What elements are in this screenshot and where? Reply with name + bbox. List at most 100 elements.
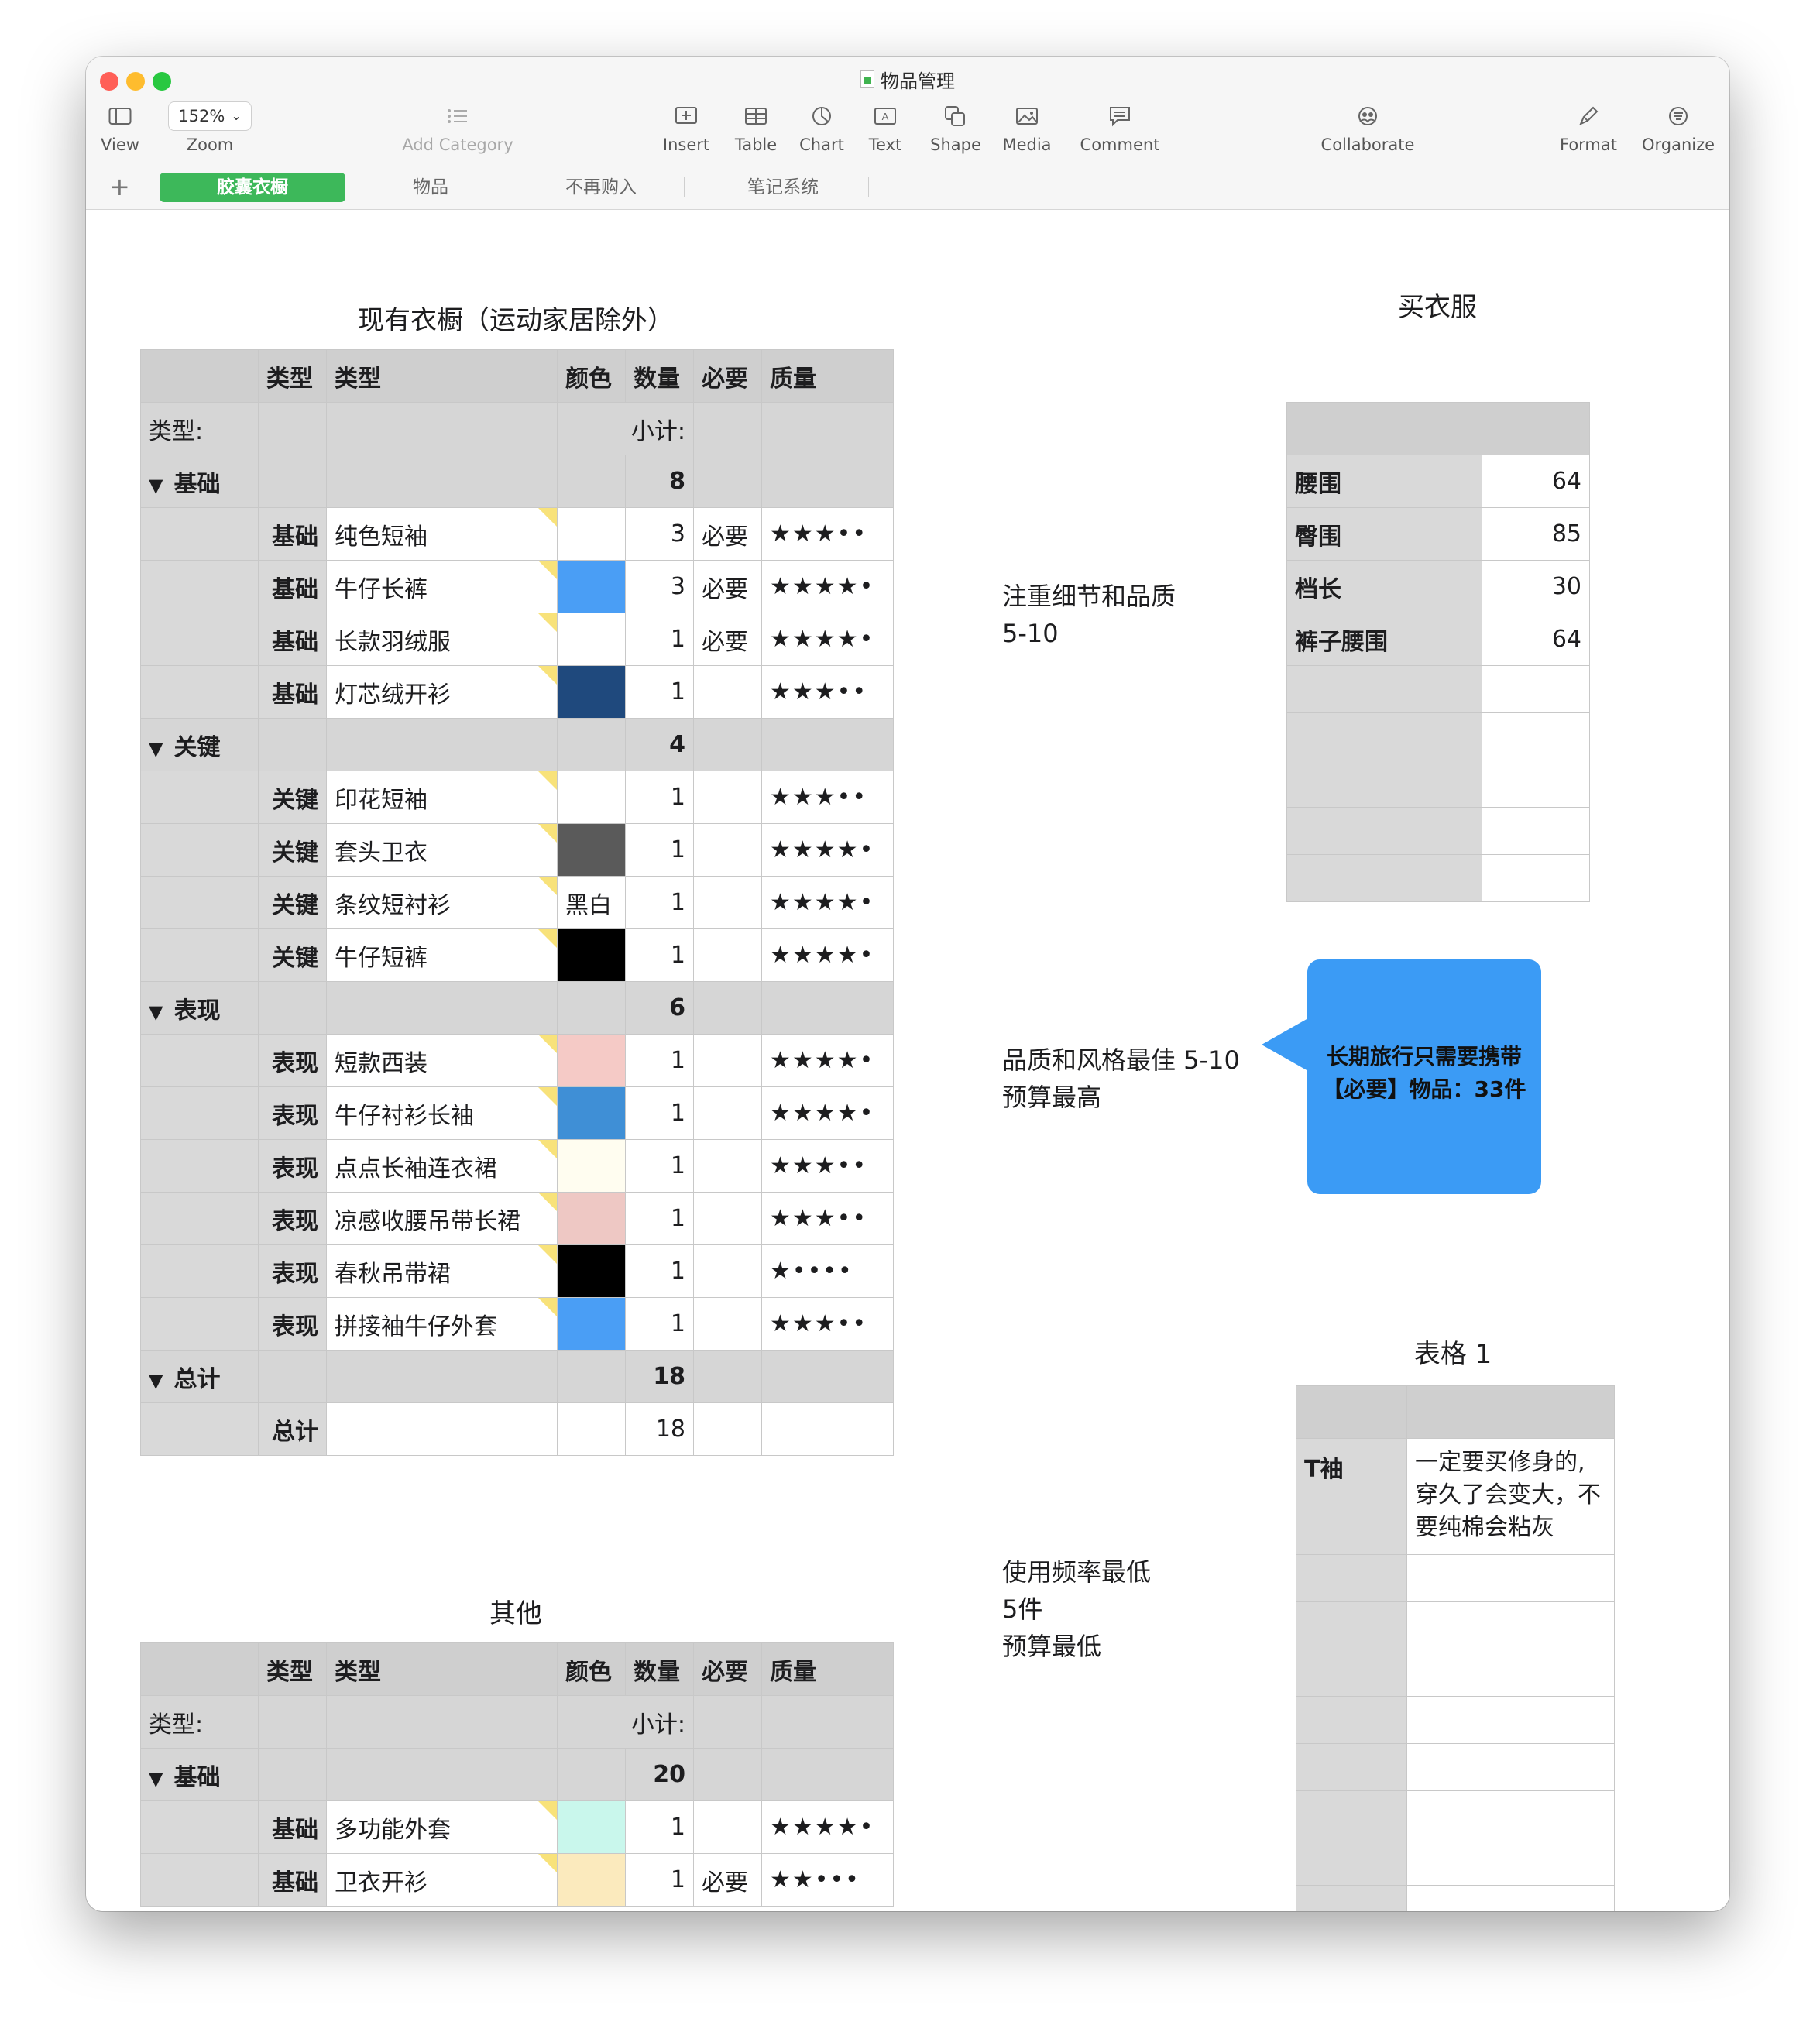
quantity-cell[interactable]: 1 <box>625 665 694 719</box>
total-value-cell[interactable]: 18 <box>625 1402 694 1456</box>
group-cell[interactable] <box>326 455 558 508</box>
empty-cell[interactable] <box>1296 1649 1407 1697</box>
comment-marker-icon[interactable] <box>538 1854 557 1872</box>
color-cell[interactable] <box>557 1800 626 1854</box>
empty-cell[interactable] <box>1286 665 1482 713</box>
empty-cell[interactable] <box>1406 1696 1615 1744</box>
comment-marker-icon[interactable] <box>538 1087 557 1106</box>
color-cell[interactable] <box>557 1086 626 1140</box>
group-cell[interactable] <box>326 1748 558 1801</box>
color-cell[interactable] <box>557 613 626 666</box>
comment-marker-icon[interactable] <box>538 1245 557 1264</box>
row-cell[interactable] <box>140 1297 259 1351</box>
group-cell[interactable] <box>693 718 762 771</box>
type-cell[interactable]: 表现 <box>258 1139 327 1193</box>
group-cell[interactable] <box>557 718 626 771</box>
quantity-cell[interactable]: 1 <box>625 771 694 824</box>
group-cell[interactable] <box>258 1350 327 1403</box>
tab-note-system[interactable]: 笔记系统 <box>698 173 868 202</box>
row-cell[interactable] <box>140 560 259 613</box>
header-cell[interactable]: 颜色 <box>557 1642 626 1696</box>
name-cell[interactable]: 牛仔短裤 <box>326 928 558 982</box>
name-cell[interactable]: 套头卫衣 <box>326 823 558 877</box>
name-cell[interactable]: 牛仔长裤 <box>326 560 558 613</box>
necessity-cell[interactable] <box>693 1192 762 1245</box>
comment-marker-icon[interactable] <box>538 1801 557 1820</box>
color-cell[interactable] <box>557 1297 626 1351</box>
header-cell[interactable] <box>1406 1385 1615 1439</box>
empty-cell[interactable] <box>1286 712 1482 760</box>
collaborate-button[interactable]: Collaborate <box>1306 101 1430 163</box>
header-cell[interactable]: 类型 <box>326 349 558 403</box>
comment-marker-icon[interactable] <box>538 877 557 895</box>
necessity-cell[interactable]: 必要 <box>693 1853 762 1907</box>
disclosure-triangle-icon[interactable]: ▼ <box>149 475 163 496</box>
caption-subtotal-cell[interactable]: 小计: <box>557 402 694 455</box>
table1[interactable]: T袖 一定要买修身的, 穿久了会变大，不 要纯棉会粘灰 <box>1296 1385 1615 1911</box>
quantity-cell[interactable]: 1 <box>625 1800 694 1854</box>
quantity-cell[interactable]: 1 <box>625 1139 694 1193</box>
caption-type-cell[interactable]: 类型: <box>140 402 259 455</box>
row-cell[interactable] <box>140 1800 259 1854</box>
group-cell[interactable] <box>557 1350 626 1403</box>
group-cell[interactable] <box>761 1748 894 1801</box>
comment-marker-icon[interactable] <box>538 613 557 632</box>
shape-button[interactable]: Shape <box>925 101 987 163</box>
performance-note[interactable]: 品质和风格最佳 5-10 预算最高 <box>1002 1042 1240 1116</box>
type-cell[interactable]: 表现 <box>258 1297 327 1351</box>
header-cell[interactable] <box>1296 1385 1407 1439</box>
group-cell[interactable] <box>557 981 626 1035</box>
group-cell[interactable] <box>693 1350 762 1403</box>
comment-marker-icon[interactable] <box>538 929 557 948</box>
add-sheet-button[interactable]: + <box>109 173 130 201</box>
color-cell[interactable] <box>557 928 626 982</box>
quality-rating-cell[interactable]: ★★★★• <box>761 1800 894 1854</box>
necessity-cell[interactable]: 必要 <box>693 507 762 561</box>
total-label-cell[interactable]: 总计 <box>258 1402 327 1456</box>
header-cell[interactable]: 质量 <box>761 349 894 403</box>
quality-rating-cell[interactable]: ★★★★• <box>761 1034 894 1087</box>
comment-marker-icon[interactable] <box>538 771 557 790</box>
row-cell[interactable] <box>557 1402 626 1456</box>
empty-cell[interactable] <box>1286 807 1482 855</box>
comment-marker-icon[interactable] <box>538 1035 557 1053</box>
necessity-cell[interactable]: 必要 <box>693 613 762 666</box>
row-cell[interactable] <box>140 613 259 666</box>
color-cell[interactable] <box>557 823 626 877</box>
quality-rating-cell[interactable]: ★•••• <box>761 1244 894 1298</box>
necessity-cell[interactable] <box>693 1034 762 1087</box>
basic-note[interactable]: 注重细节和品质 5-10 <box>1002 578 1176 652</box>
quantity-cell[interactable]: 1 <box>625 1034 694 1087</box>
caption-cell[interactable] <box>326 1695 558 1749</box>
header-cell[interactable]: 颜色 <box>557 349 626 403</box>
comment-marker-icon[interactable] <box>538 1140 557 1158</box>
group-cell[interactable] <box>557 1748 626 1801</box>
caption-cell[interactable] <box>761 402 894 455</box>
necessity-cell[interactable] <box>693 1297 762 1351</box>
empty-cell[interactable] <box>1482 665 1590 713</box>
name-cell[interactable]: 多功能外套 <box>326 1800 558 1854</box>
comment-marker-icon[interactable] <box>538 1193 557 1211</box>
type-cell[interactable]: 关键 <box>258 928 327 982</box>
group-cell[interactable] <box>761 455 894 508</box>
name-cell[interactable]: 卫衣开衫 <box>326 1853 558 1907</box>
table1-label-cell[interactable]: T袖 <box>1296 1438 1407 1555</box>
tab-no-rebuy[interactable]: 不再购入 <box>516 173 686 202</box>
measurement-value-cell[interactable]: 85 <box>1482 507 1590 561</box>
quantity-cell[interactable]: 1 <box>625 1853 694 1907</box>
group-subtotal-cell[interactable]: 6 <box>625 981 694 1035</box>
necessity-cell[interactable] <box>693 928 762 982</box>
zoom-control[interactable]: 152% ⌄ Zoom <box>162 101 258 163</box>
quality-rating-cell[interactable]: ★★★•• <box>761 507 894 561</box>
group-cell[interactable] <box>258 718 327 771</box>
caption-cell[interactable] <box>761 1695 894 1749</box>
group-cell[interactable] <box>326 1350 558 1403</box>
empty-cell[interactable] <box>1482 712 1590 760</box>
quantity-cell[interactable]: 1 <box>625 876 694 929</box>
quantity-cell[interactable]: 3 <box>625 507 694 561</box>
name-cell[interactable]: 印花短袖 <box>326 771 558 824</box>
row-cell[interactable] <box>140 823 259 877</box>
tab-capsule-wardrobe[interactable]: 胶囊衣橱 <box>160 173 345 202</box>
name-cell[interactable]: 牛仔衬衫长袖 <box>326 1086 558 1140</box>
quality-rating-cell[interactable]: ★★★★• <box>761 876 894 929</box>
